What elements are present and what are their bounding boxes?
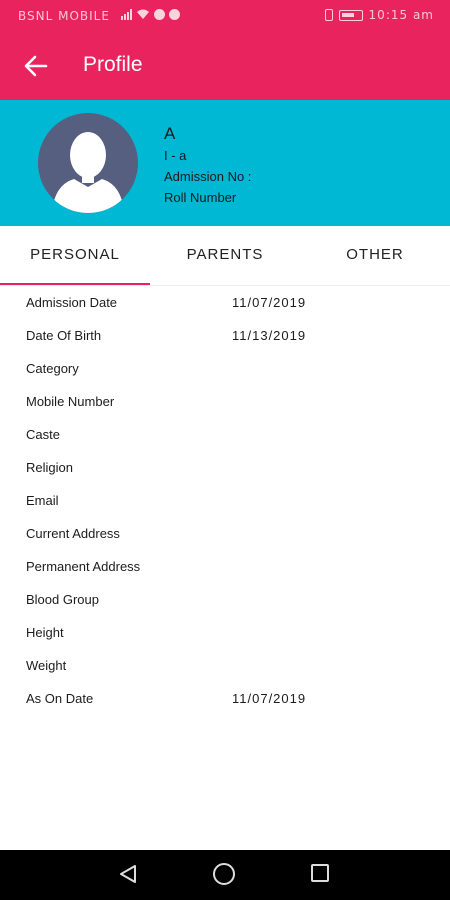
field-label: Admission Date [26, 295, 118, 310]
field-label: Height [26, 625, 64, 640]
field-label: Current Address [26, 526, 120, 541]
field-label: Date Of Birth [26, 328, 102, 343]
field-date-of-birth: Date Of Birth 11/13/2019 [0, 320, 450, 353]
tab-other[interactable]: OTHER [300, 226, 450, 284]
system-nav-bar [0, 850, 450, 900]
arrow-left-icon[interactable] [22, 52, 50, 80]
roll-number: Roll Number [164, 190, 237, 205]
field-label: Weight [26, 658, 67, 673]
field-label: Email [26, 493, 59, 508]
vibrate-icon [324, 9, 333, 21]
wifi-icon [137, 9, 149, 19]
triangle-back-icon[interactable] [116, 862, 140, 886]
square-recents-icon[interactable] [311, 864, 329, 882]
tab-bar: PERSONAL PARENTS OTHER [0, 226, 450, 286]
profile-header: A I - a Admission No : Roll Number [0, 100, 450, 226]
field-label: Blood Group [26, 592, 99, 607]
field-label: Caste [26, 427, 60, 442]
field-religion: Religion [0, 452, 450, 485]
avatar [38, 113, 138, 213]
field-category: Category [0, 353, 450, 386]
field-label: Category [26, 361, 79, 376]
field-blood-group: Blood Group [0, 584, 450, 617]
admission-no: Admission No : [164, 169, 252, 184]
field-label: Mobile Number [26, 394, 115, 409]
status-bar: BSNL MOBILE 10:15 am [0, 0, 450, 32]
carrier-name: BSNL MOBILE [18, 9, 110, 23]
circle-home-icon[interactable] [213, 863, 235, 885]
field-value: 11/07/2019 [232, 691, 307, 706]
page-title: Profile [83, 53, 143, 76]
student-name: A [164, 124, 176, 143]
whatsapp-icon [169, 8, 180, 20]
app-bar: Profile [0, 32, 450, 100]
personal-details: Admission Date 11/07/2019 Date Of Birth … [0, 287, 450, 716]
field-value: 11/13/2019 [232, 328, 307, 343]
user-silhouette-icon [52, 132, 124, 213]
status-icons-left [121, 8, 180, 20]
field-weight: Weight [0, 650, 450, 683]
status-time: 10:15 am [368, 8, 434, 22]
tab-divider [0, 285, 450, 286]
field-current-address: Current Address [0, 518, 450, 551]
field-height: Height [0, 617, 450, 650]
field-admission-date: Admission Date 11/07/2019 [0, 287, 450, 320]
class-section: I - a [164, 148, 187, 163]
field-caste: Caste [0, 419, 450, 452]
field-label: As On Date [26, 691, 94, 706]
field-mobile-number: Mobile Number [0, 386, 450, 419]
chat-icon [154, 8, 165, 20]
signal-icon [121, 8, 132, 20]
status-icons-right: 10:15 am [324, 8, 434, 22]
field-value: 11/07/2019 [232, 295, 307, 310]
tab-parents[interactable]: PARENTS [150, 226, 300, 284]
field-label: Religion [26, 460, 73, 475]
battery-icon [338, 9, 363, 21]
field-email: Email [0, 485, 450, 518]
field-permanent-address: Permanent Address [0, 551, 450, 584]
field-as-on-date: As On Date 11/07/2019 [0, 683, 450, 716]
tab-personal[interactable]: PERSONAL [0, 226, 150, 284]
field-label: Permanent Address [26, 559, 141, 574]
